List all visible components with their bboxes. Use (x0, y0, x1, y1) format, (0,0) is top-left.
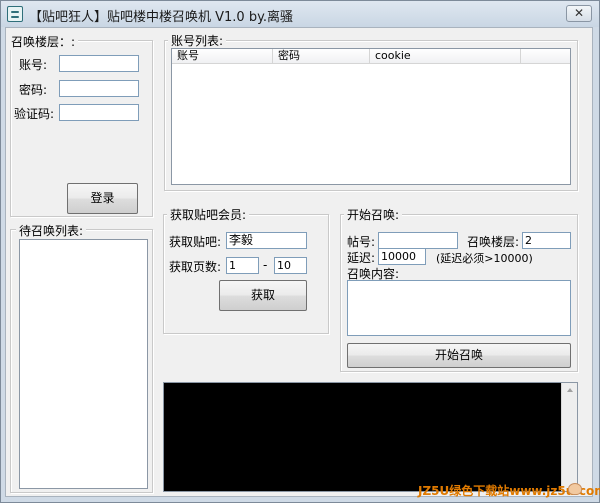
title-bar[interactable]: 【贴吧狂人】贴吧楼中楼召唤机 V1.0 by.离骚 ✕ (1, 1, 599, 27)
watermark-mascot-icon (568, 483, 582, 495)
password-label: 密码: (19, 83, 48, 97)
captcha-input[interactable] (59, 104, 139, 121)
page-range-dash: - (263, 258, 268, 272)
forum-label: 获取贴吧: (169, 235, 222, 249)
captcha-label: 验证码: (14, 107, 55, 121)
summon-group-label: 开始召唤: (344, 206, 403, 223)
pages-label: 获取页数: (169, 260, 222, 274)
content-textarea[interactable] (347, 280, 571, 336)
column-header-account[interactable]: 账号 (172, 49, 273, 64)
close-icon: ✕ (573, 6, 585, 20)
account-list-header: 账号 密码 cookie (172, 49, 570, 64)
floor-label: 召唤楼层: (467, 235, 520, 249)
login-button[interactable]: 登录 (67, 183, 138, 214)
pending-list-label: 待召唤列表: (16, 222, 87, 239)
fetch-button[interactable]: 获取 (219, 280, 307, 311)
post-id-label: 帖号: (347, 235, 376, 249)
column-header-cookie[interactable]: cookie (370, 49, 521, 64)
fetch-members-label: 获取贴吧会员: (167, 206, 250, 223)
start-summon-button-label: 开始召唤 (434, 348, 483, 362)
fetch-button-label: 获取 (250, 288, 275, 302)
floor-input[interactable]: 2 (522, 232, 571, 249)
console-scrollbar[interactable] (561, 383, 577, 491)
login-button-label: 登录 (90, 191, 115, 205)
account-list-label: 账号列表: (168, 32, 227, 49)
account-list-table[interactable]: 账号 密码 cookie (171, 48, 571, 185)
column-header-password[interactable]: 密码 (273, 49, 370, 64)
login-group-label: 召唤楼层：: (8, 33, 79, 50)
pending-listbox[interactable] (19, 239, 148, 489)
scroll-up-arrow-icon[interactable] (567, 388, 573, 392)
password-input[interactable] (59, 80, 139, 97)
post-id-input[interactable] (378, 232, 458, 249)
account-input[interactable] (59, 55, 139, 72)
page-from-input[interactable]: 1 (226, 257, 259, 274)
app-icon (7, 6, 23, 22)
column-header-filler (521, 49, 570, 64)
window-title: 【贴吧狂人】贴吧楼中楼召唤机 V1.0 by.离骚 (29, 10, 294, 25)
delay-note: (延迟必须>10000) (436, 252, 533, 265)
page-to-input[interactable]: 10 (274, 257, 307, 274)
console-output[interactable] (163, 382, 578, 492)
delay-input[interactable]: 10000 (378, 248, 426, 265)
start-summon-button[interactable]: 开始召唤 (347, 343, 571, 368)
close-button[interactable]: ✕ (566, 5, 592, 22)
delay-label: 延迟: (347, 251, 376, 265)
account-label: 账号: (19, 58, 48, 72)
forum-input[interactable]: 李毅 (226, 232, 307, 249)
